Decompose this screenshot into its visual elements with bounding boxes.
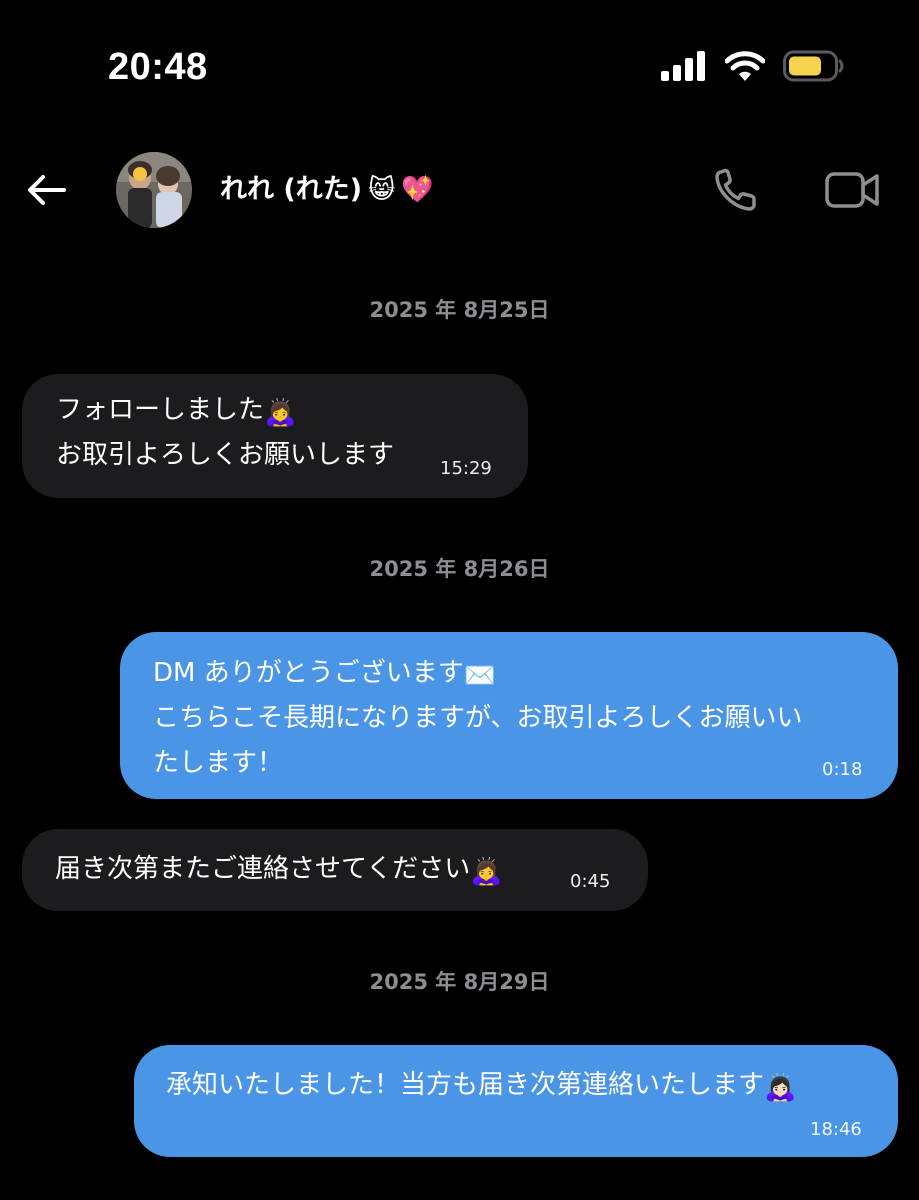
- bowing-woman-emoji: 🙇‍♀️: [264, 398, 297, 428]
- contact-name[interactable]: れれ (れた) 😸 💖: [220, 168, 434, 212]
- message-bubble-outgoing[interactable]: DM ありがとうございます✉️ こちらこそ長期になりますが、お取引よろしくお願い…: [120, 632, 898, 799]
- message-time: 18:46: [810, 1119, 862, 1140]
- status-icons: [661, 50, 845, 82]
- voice-call-button[interactable]: [712, 166, 762, 214]
- date-separator: 2025 年 8月29日: [369, 970, 550, 994]
- message-line: こちらこそ長期になりますが、お取引よろしくお願いい: [153, 703, 803, 733]
- message-line: フォローしました🙇‍♀️: [56, 395, 297, 428]
- wifi-icon: [725, 51, 765, 81]
- contact-name-text: れれ (れた): [220, 174, 363, 205]
- date-separator: 2025 年 8月26日: [369, 557, 550, 581]
- video-call-button[interactable]: [824, 166, 882, 214]
- message-time: 15:29: [440, 458, 492, 479]
- message-time: 0:18: [822, 759, 863, 780]
- phone-icon: [715, 168, 756, 211]
- message-line: たします！: [153, 748, 284, 778]
- message-bubble-incoming[interactable]: フォローしました🙇‍♀️ お取引よろしくお願いします 15:29: [22, 374, 528, 498]
- envelope-emoji: ✉️: [463, 661, 497, 691]
- date-separator: 2025 年 8月25日: [369, 298, 550, 322]
- avatar-photo: [116, 152, 192, 228]
- message-bubble-outgoing[interactable]: 承知いたしました！当方も届き次第連絡いたします🙇🏻‍♀️ 18:46: [134, 1045, 898, 1157]
- bowing-woman-emoji: 🙇‍♀️: [470, 857, 503, 887]
- message-line: DM ありがとうございます✉️: [153, 658, 497, 691]
- grinning-cat-emoji: 😸: [368, 175, 396, 205]
- bowing-woman-emoji: 🙇🏻‍♀️: [764, 1073, 797, 1103]
- message-time: 0:45: [570, 871, 611, 892]
- video-camera-icon: [825, 172, 879, 208]
- back-button[interactable]: [24, 168, 68, 212]
- cellular-signal-icon: [661, 51, 705, 81]
- message-line: 届き次第またご連絡させてください🙇‍♀️: [55, 854, 503, 887]
- avatar[interactable]: [116, 152, 192, 228]
- message-line: 承知いたしました！当方も届き次第連絡いたします🙇🏻‍♀️: [166, 1070, 797, 1103]
- back-arrow-icon: [28, 175, 66, 205]
- message-bubble-incoming[interactable]: 届き次第またご連絡させてください🙇‍♀️ 0:45: [22, 829, 648, 911]
- battery-icon: [783, 50, 844, 82]
- sparkling-heart-emoji: 💖: [401, 175, 434, 205]
- status-time: 20:48: [108, 46, 208, 88]
